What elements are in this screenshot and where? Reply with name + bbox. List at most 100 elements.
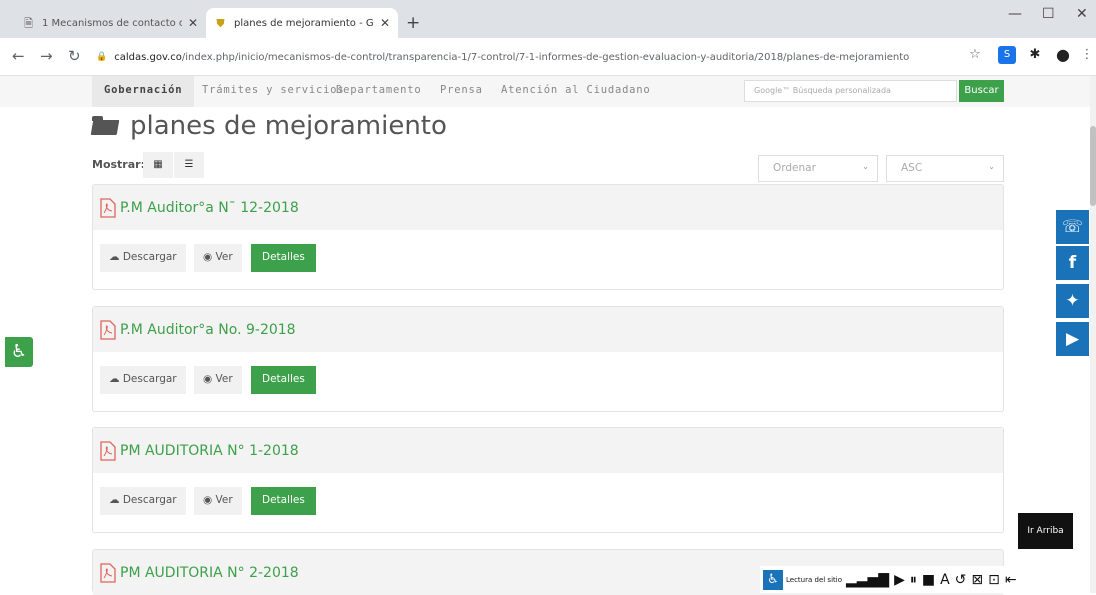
show-label: Mostrar: (92, 158, 145, 171)
pause-icon[interactable]: ⏸ (910, 572, 917, 588)
document-title-link[interactable]: PM AUDITORIA N° 2-2018 (120, 565, 299, 581)
nav-gobernacion[interactable]: Gobernación (92, 76, 195, 107)
view-button[interactable]: ◉ Ver (194, 366, 242, 394)
reload-icon[interactable]: ↻ (68, 47, 81, 65)
eye-icon: ◉ (203, 251, 213, 263)
direction-select[interactable]: ASC ⌄ (886, 155, 1004, 182)
forward-icon[interactable]: → (40, 47, 53, 65)
new-tab-button[interactable]: + (406, 13, 420, 33)
document-card-actions: ☁ Descargar ◉ Ver Detalles (93, 473, 1003, 533)
document-icon: 🗎 (24, 16, 33, 30)
puzzle-icon[interactable]: ✱ (1026, 46, 1044, 64)
nav-departamento[interactable]: Departamento (336, 84, 421, 96)
chat-icon[interactable]: ☏ (1056, 210, 1089, 244)
wheelchair-icon[interactable]: ♿ (763, 569, 783, 590)
facebook-icon[interactable]: f (1056, 246, 1089, 280)
page-title: planes de mejoramiento (92, 108, 447, 144)
url-field[interactable]: 🔒 caldas.gov.co/index.php/inicio/mecanis… (96, 42, 962, 72)
extension-s-icon[interactable]: S (998, 46, 1016, 64)
document-card-header: P.M Auditor°a N¯ 12-2018 (93, 185, 1003, 230)
folder-icon (92, 116, 120, 136)
download-label: Descargar (122, 494, 177, 506)
menu-icon[interactable]: ⋮ (1078, 46, 1096, 64)
url-host: caldas.gov.co (114, 51, 182, 63)
cloud-download-icon: ☁ (109, 251, 120, 263)
download-button[interactable]: ☁ Descargar (100, 244, 186, 272)
search-input[interactable]: Google™ Búsqueda personalizada (744, 80, 957, 102)
back-icon[interactable]: ← (12, 47, 25, 65)
document-card-header: PM AUDITORIA N° 1-2018 (93, 428, 1003, 473)
pdf-icon (100, 440, 116, 461)
document-card: P.M Auditor°a N¯ 12-2018 ☁ Descargar ◉ V… (92, 184, 1004, 290)
expand-icon[interactable]: ⊠ (971, 572, 983, 588)
accessibility-icon[interactable]: ♿ (5, 337, 33, 367)
chevron-down-icon: ⌄ (988, 162, 995, 171)
nav-prensa[interactable]: Prensa (440, 84, 483, 96)
close-tab-icon[interactable]: ✕ (380, 16, 390, 30)
download-label: Descargar (122, 373, 177, 385)
search-button[interactable]: Buscar (959, 80, 1004, 102)
minimize-icon[interactable]: — (1008, 6, 1022, 22)
eye-icon: ◉ (203, 373, 213, 385)
lock-icon: 🔒 (96, 52, 108, 62)
url-path: /index.php/inicio/mecanismos-de-control/… (181, 51, 910, 63)
browser-tab-planes[interactable]: ⛊ planes de mejoramiento - Gobie ✕ (206, 8, 398, 38)
pdf-icon (100, 319, 116, 340)
document-card: P.M Auditor°a No. 9-2018 ☁ Descargar ◉ V… (92, 306, 1004, 412)
view-label: Ver (215, 373, 233, 385)
details-button[interactable]: Detalles (251, 244, 316, 272)
list-view-icon[interactable]: ☰ (174, 152, 204, 178)
font-size-icon[interactable]: A (940, 572, 950, 588)
document-card: PM AUDITORIA N° 1-2018 ☁ Descargar ◉ Ver… (92, 427, 1004, 533)
refresh-icon[interactable]: ↺ (955, 572, 967, 588)
shield-icon: ⛊ (216, 16, 225, 30)
pdf-icon (100, 197, 116, 218)
chevron-down-icon: ⌄ (862, 162, 869, 171)
browser-tab-strip: 🗎 1 Mecanismos de contacto con e ✕ ⛊ pla… (0, 0, 1096, 38)
scrollbar-thumb[interactable] (1090, 126, 1096, 206)
volume-bars-icon[interactable]: ▂▃▅▇ (846, 572, 889, 588)
browser-tab-mecanismos[interactable]: 🗎 1 Mecanismos de contacto con e ✕ (14, 8, 206, 38)
direction-select-value: ASC (901, 162, 923, 174)
document-title-link[interactable]: P.M Auditor°a No. 9-2018 (120, 322, 296, 338)
view-label: Ver (215, 494, 233, 506)
document-card-header: P.M Auditor°a No. 9-2018 (93, 307, 1003, 352)
view-label: Ver (215, 251, 233, 263)
document-title-link[interactable]: P.M Auditor°a N¯ 12-2018 (120, 200, 299, 216)
collapse-icon[interactable]: ⊡ (988, 572, 1000, 588)
page-title-text: planes de mejoramiento (130, 111, 447, 141)
document-card-actions: ☁ Descargar ◉ Ver Detalles (93, 230, 1003, 290)
view-button[interactable]: ◉ Ver (194, 487, 242, 515)
maximize-icon[interactable]: ☐ (1042, 6, 1055, 22)
site-nav: Gobernación Trámites y servicios Departa… (0, 76, 1090, 107)
details-button[interactable]: Detalles (251, 487, 316, 515)
avatar[interactable]: ● (1054, 46, 1072, 64)
twitter-icon[interactable]: ✦ (1056, 284, 1089, 318)
back-to-top-button[interactable]: Ir Arriba (1018, 513, 1073, 549)
download-button[interactable]: ☁ Descargar (100, 487, 186, 515)
download-button[interactable]: ☁ Descargar (100, 366, 186, 394)
close-window-icon[interactable]: ✕ (1076, 6, 1088, 22)
order-select[interactable]: Ordenar ⌄ (758, 155, 878, 182)
close-tab-icon[interactable]: ✕ (188, 16, 198, 30)
stop-icon[interactable]: ■ (922, 572, 935, 588)
cloud-download-icon: ☁ (109, 373, 120, 385)
cloud-download-icon: ☁ (109, 494, 120, 506)
star-icon[interactable]: ☆ (966, 46, 984, 64)
tab-title: 1 Mecanismos de contacto con e (42, 17, 182, 29)
grid-view-icon[interactable]: ▦ (143, 152, 173, 178)
document-title-link[interactable]: PM AUDITORIA N° 1-2018 (120, 443, 299, 459)
eye-icon: ◉ (203, 494, 213, 506)
exit-icon[interactable]: ⇤ (1005, 572, 1017, 588)
view-button[interactable]: ◉ Ver (194, 244, 242, 272)
youtube-play-icon[interactable]: ▶ (1056, 322, 1089, 356)
nav-atencion[interactable]: Atención al Ciudadano (501, 84, 651, 96)
nav-tramites[interactable]: Trámites y servicios (202, 84, 344, 96)
address-bar-row: ← → ↻ 🔒 caldas.gov.co/index.php/inicio/m… (0, 38, 1096, 76)
order-select-value: Ordenar (773, 162, 816, 174)
reader-toolbar: ♿ Lectura del sitio ▂▃▅▇ ▶ ⏸ ■ A ↺ ⊠ ⊡ ⇤ (760, 566, 1085, 593)
details-button[interactable]: Detalles (251, 366, 316, 394)
play-icon[interactable]: ▶ (894, 572, 905, 588)
reader-label: Lectura del sitio (786, 575, 842, 584)
pdf-icon (100, 562, 116, 583)
